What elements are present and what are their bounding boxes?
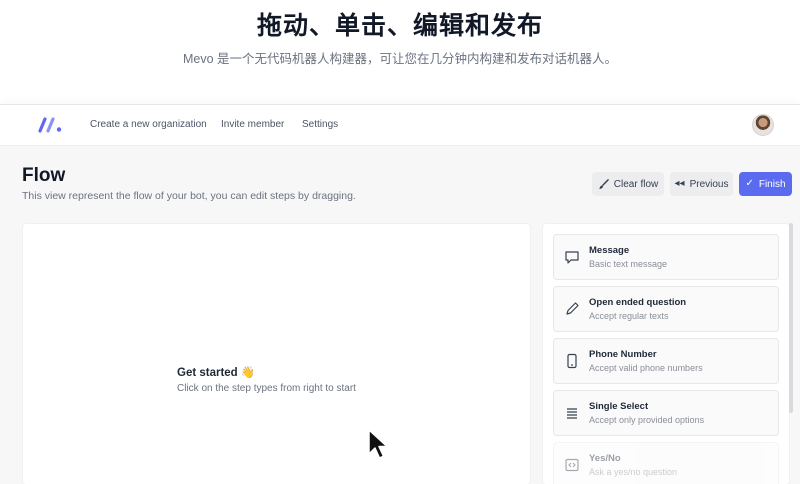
clear-flow-label: Clear flow xyxy=(613,178,659,190)
pencil-icon xyxy=(566,302,579,315)
step-title: Yes/No xyxy=(589,453,621,464)
step-description: Accept valid phone numbers xyxy=(589,363,703,373)
step-types-panel: Message Basic text message Open ended qu… xyxy=(542,223,790,484)
brush-icon xyxy=(599,178,609,189)
mouse-cursor-icon xyxy=(368,429,388,459)
nav-create-organization[interactable]: Create a new organization xyxy=(90,119,207,130)
step-type-message[interactable]: Message Basic text message xyxy=(553,234,779,280)
finish-label: Finish xyxy=(758,178,786,190)
step-title: Single Select xyxy=(589,401,649,412)
user-avatar[interactable] xyxy=(752,114,774,136)
flow-canvas[interactable]: Get started 👋 Click on the step types fr… xyxy=(22,223,531,484)
step-title: Phone Number xyxy=(589,349,657,360)
page-description: This view represent the flow of your bot… xyxy=(22,190,356,202)
rewind-icon: ◂◂ xyxy=(674,178,685,189)
top-navbar: Create a new organization Invite member … xyxy=(0,105,800,146)
nav-invite-member[interactable]: Invite member xyxy=(221,119,284,130)
phone-icon xyxy=(567,353,577,369)
panel-scrollbar[interactable] xyxy=(789,223,793,413)
step-title: Open ended question xyxy=(589,297,687,308)
hero-section: 拖动、单击、编辑和发布 Mevo 是一个无代码机器人构建器，可让您在几分钟内构建… xyxy=(0,0,800,100)
step-type-single-select[interactable]: Single Select Accept only provided optio… xyxy=(553,390,779,436)
finish-button[interactable]: ✓ Finish xyxy=(739,172,792,196)
step-description: Accept regular texts xyxy=(589,311,669,321)
check-icon: ✓ xyxy=(745,178,754,189)
step-type-yes-no[interactable]: Yes/No Ask a yes/no question xyxy=(553,442,779,484)
previous-button[interactable]: ◂◂ Previous xyxy=(670,172,733,196)
step-description: Ask a yes/no question xyxy=(589,467,678,477)
step-type-phone-number[interactable]: Phone Number Accept valid phone numbers xyxy=(553,338,779,384)
step-type-open-ended-question[interactable]: Open ended question Accept regular texts xyxy=(553,286,779,332)
nav-settings[interactable]: Settings xyxy=(302,119,338,130)
previous-label: Previous xyxy=(689,178,729,190)
step-description: Accept only provided options xyxy=(589,415,705,425)
hero-title: 拖动、单击、编辑和发布 xyxy=(256,12,543,40)
mevo-logo-icon[interactable] xyxy=(38,117,64,133)
hero-subtitle: Mevo 是一个无代码机器人构建器，可让您在几分钟内构建和发布对话机器人。 xyxy=(182,52,618,66)
list-icon xyxy=(567,408,577,419)
code-icon xyxy=(565,458,579,472)
step-title: Message xyxy=(589,245,630,256)
get-started-subtitle: Click on the step types from right to st… xyxy=(177,383,356,394)
app-window: Create a new organization Invite member … xyxy=(0,104,800,484)
clear-flow-button[interactable]: Clear flow xyxy=(592,172,664,196)
step-description: Basic text message xyxy=(589,259,668,269)
page-title: Flow xyxy=(22,165,66,186)
get-started-title: Get started 👋 xyxy=(177,367,256,379)
chat-bubble-icon xyxy=(565,251,579,264)
